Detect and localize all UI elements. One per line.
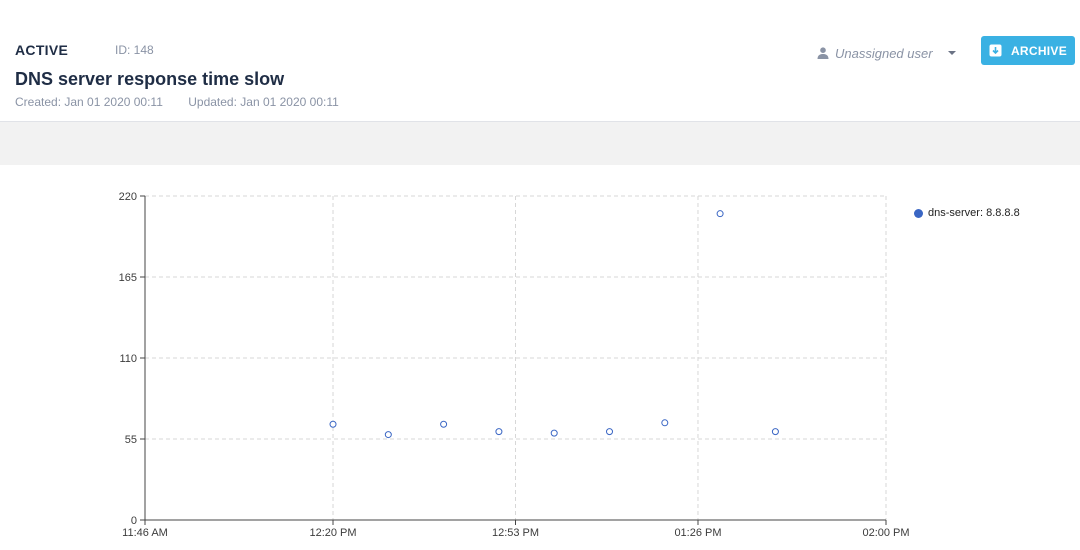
user-icon — [817, 47, 829, 59]
data-point[interactable] — [440, 420, 448, 428]
assignee-label: Unassigned user — [835, 45, 933, 61]
toolbar-band — [0, 122, 1080, 165]
caret-down-icon — [947, 51, 956, 55]
archive-button[interactable]: ARCHIVE — [981, 36, 1075, 65]
assignee-dropdown[interactable]: Unassigned user — [816, 43, 957, 63]
x-tick-label: 12:53 PM — [492, 527, 539, 539]
data-point[interactable] — [661, 419, 669, 427]
chart-legend[interactable]: dns-server: 8.8.8.8 — [914, 207, 1020, 219]
y-tick-label: 165 — [119, 272, 137, 284]
x-tick-label: 11:46 AM — [122, 527, 168, 539]
data-point[interactable] — [384, 431, 392, 439]
incident-meta: Created: Jan 01 2020 00:11 Updated: Jan … — [15, 95, 339, 109]
data-point[interactable] — [495, 428, 503, 436]
incident-header: ACTIVE ID: 148 DNS server response time … — [0, 0, 1080, 122]
chart-area: 0 55 110 165 220 11:46 AM 12:20 PM 12:53 PM 01:2… — [0, 165, 1080, 550]
x-tick-label: 12:20 PM — [309, 527, 356, 539]
x-tick-label: 02:00 PM — [862, 527, 909, 539]
x-tick-label: 01:26 PM — [674, 527, 721, 539]
y-tick-label: 110 — [119, 353, 137, 365]
data-point[interactable] — [606, 428, 614, 436]
y-tick-label: 55 — [125, 434, 137, 446]
data-point[interactable] — [329, 420, 337, 428]
incident-id: ID: 148 — [115, 43, 154, 57]
y-tick-label: 0 — [131, 515, 137, 527]
archive-icon — [989, 44, 1002, 57]
created-timestamp: Created: Jan 01 2020 00:11 — [15, 95, 163, 109]
response-time-chart: 0 55 110 165 220 11:46 AM 12:20 PM 12:53 PM 01:2… — [119, 191, 910, 539]
data-point[interactable] — [716, 210, 724, 218]
y-tick-label: 220 — [119, 191, 137, 203]
page-title: DNS server response time slow — [15, 69, 285, 89]
legend-marker — [914, 208, 923, 218]
archive-button-label: ARCHIVE — [1010, 43, 1068, 58]
data-point[interactable] — [771, 428, 779, 436]
updated-timestamp: Updated: Jan 01 2020 00:11 — [188, 95, 339, 109]
legend-label: dns-server: 8.8.8.8 — [928, 207, 1020, 219]
status-badge: ACTIVE — [15, 42, 69, 58]
data-point[interactable] — [550, 429, 558, 437]
